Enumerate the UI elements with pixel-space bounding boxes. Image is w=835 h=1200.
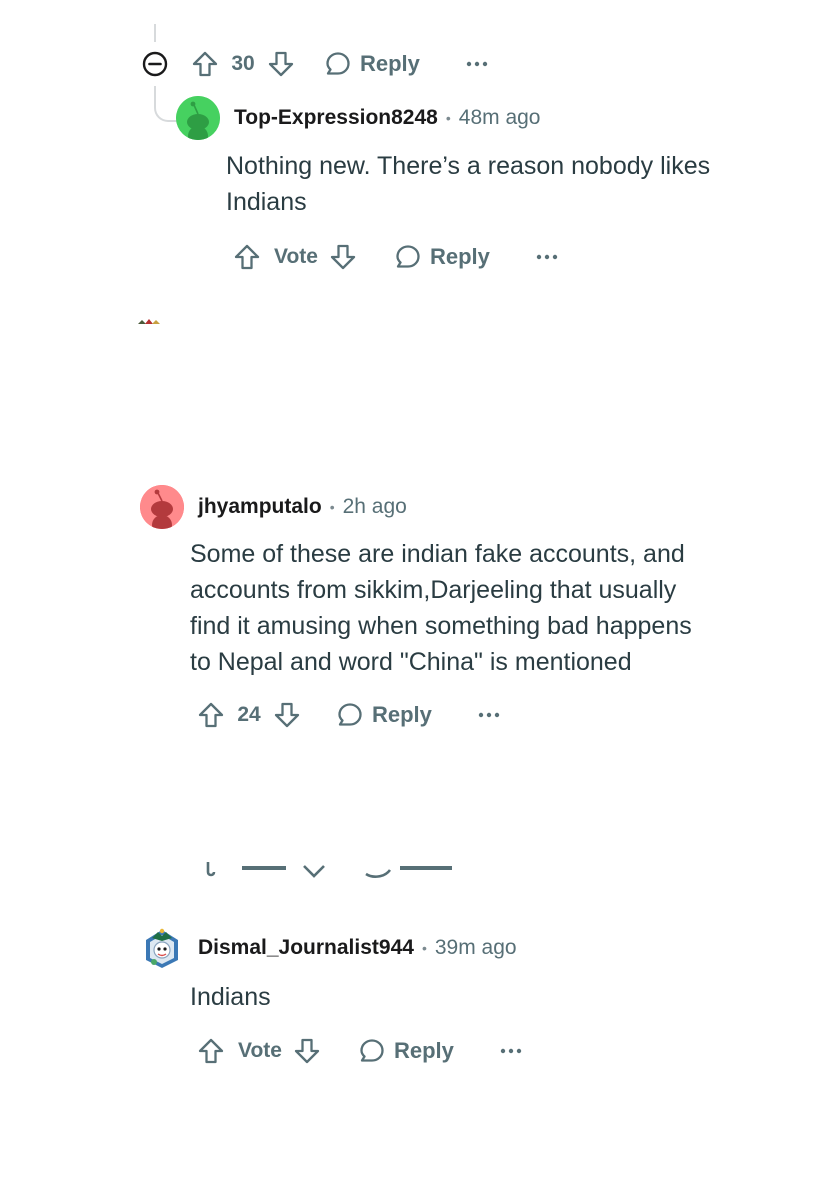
reply-button[interactable]: Reply — [358, 1037, 454, 1065]
clipped-action-bar — [200, 862, 470, 882]
username[interactable]: Dismal_Journalist944 — [198, 936, 414, 960]
vote-count: 24 — [237, 703, 261, 726]
upvote-button[interactable] — [230, 240, 264, 274]
downvote-button[interactable] — [290, 1034, 324, 1068]
reply-label: Reply — [372, 702, 432, 727]
reply-button[interactable]: Reply — [324, 50, 420, 78]
thread-connector — [154, 86, 178, 122]
comment-bubble-icon — [326, 52, 350, 75]
minus-circle-icon — [142, 51, 168, 77]
collapse-thread-button[interactable] — [138, 47, 172, 81]
downvote-button[interactable] — [326, 240, 360, 274]
comment-action-bar: 24 Reply — [194, 695, 504, 735]
avatar[interactable] — [176, 96, 220, 140]
avatar[interactable] — [140, 485, 184, 529]
custom-avatar-icon — [146, 928, 178, 968]
upvote-arrow-icon — [198, 1038, 224, 1064]
clipped-action-icons — [206, 862, 452, 878]
comment-action-bar: Vote Reply — [230, 237, 562, 277]
downvote-button[interactable] — [264, 47, 298, 81]
vote-label: Vote — [274, 245, 318, 268]
comment-header: jhyamputalo • 2h ago — [140, 485, 407, 529]
separator-dot: • — [421, 940, 427, 956]
comment-bubble-icon — [360, 1039, 384, 1062]
comment-body: Indians — [190, 979, 790, 1015]
comment-action-bar: 30 Reply — [138, 44, 492, 84]
upvote-button[interactable] — [188, 47, 222, 81]
comment-action-bar: Vote Reply — [194, 1031, 526, 1071]
comment-bubble-icon — [396, 245, 420, 268]
upvote-button[interactable] — [194, 1034, 228, 1068]
upvote-arrow-icon — [234, 244, 260, 270]
reply-label: Reply — [393, 1038, 454, 1063]
upvote-arrow-icon — [192, 51, 218, 77]
comment-text: Nothing new. There’s a reason nobody lik… — [226, 152, 711, 216]
thread-line — [154, 24, 156, 42]
username[interactable]: jhyamputalo — [198, 495, 322, 519]
comment-body: Nothing new. There’s a reason nobody lik… — [226, 148, 786, 220]
reply-label: Reply — [360, 51, 420, 76]
more-options-button[interactable] — [532, 242, 562, 272]
small-emblem-icon — [138, 319, 160, 324]
separator-dot: • — [329, 499, 335, 515]
ellipsis-icon — [500, 1048, 522, 1054]
comment-bubble-icon — [338, 703, 362, 726]
upvote-arrow-icon — [198, 702, 224, 728]
avatar[interactable] — [140, 926, 184, 970]
ellipsis-icon — [536, 254, 558, 260]
downvote-arrow-icon — [274, 702, 300, 728]
separator-dot: • — [445, 110, 451, 126]
reply-label: Reply — [429, 244, 490, 269]
downvote-arrow-icon — [268, 51, 294, 77]
ellipsis-icon — [478, 712, 500, 718]
timestamp: 2h ago — [342, 495, 407, 518]
username[interactable]: Top-Expression8248 — [234, 106, 438, 130]
reply-button[interactable]: Reply — [336, 701, 432, 729]
downvote-arrow-icon — [294, 1038, 320, 1064]
comment-header: Top-Expression8248 • 48m ago — [176, 96, 541, 140]
more-options-button[interactable] — [474, 700, 504, 730]
snoo-avatar-icon — [176, 96, 220, 140]
downvote-button[interactable] — [270, 698, 304, 732]
upvote-button[interactable] — [194, 698, 228, 732]
ellipsis-icon — [466, 61, 488, 67]
comment-text: Some of these are indian fake accounts, … — [190, 540, 692, 676]
comment-body: Some of these are indian fake accounts, … — [190, 536, 790, 680]
snoo-avatar-icon — [140, 485, 184, 529]
downvote-arrow-icon — [330, 244, 356, 270]
timestamp: 39m ago — [434, 936, 517, 959]
reply-button[interactable]: Reply — [394, 243, 490, 271]
more-options-button[interactable] — [496, 1036, 526, 1066]
comment-text: Indians — [190, 983, 271, 1011]
vote-label: Vote — [238, 1039, 282, 1062]
comment-header: Dismal_Journalist944 • 39m ago — [140, 926, 517, 970]
vote-count: 30 — [231, 52, 255, 75]
timestamp: 48m ago — [458, 106, 541, 129]
more-options-button[interactable] — [462, 49, 492, 79]
